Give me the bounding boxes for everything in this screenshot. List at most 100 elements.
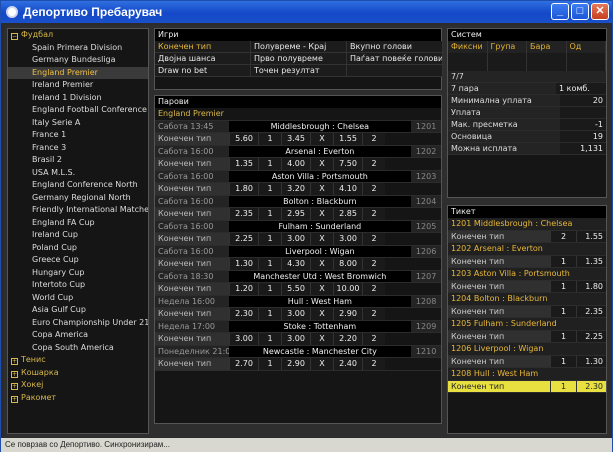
tree-league-item[interactable]: Brasil 2 bbox=[8, 154, 148, 167]
tree-category[interactable]: + Хокеј bbox=[8, 379, 148, 392]
odds-value[interactable]: 1.20 bbox=[229, 283, 258, 295]
game-type-cell[interactable]: Вкупно голови bbox=[347, 41, 443, 53]
system-tab[interactable]: Бара bbox=[527, 41, 567, 53]
match-row[interactable]: Недела 17:00 Stoke : Tottenham 1209 bbox=[155, 320, 441, 333]
ticket-odds-row[interactable]: Конечен тип 1 1.35 bbox=[448, 255, 606, 268]
odds-value[interactable]: 3.00 bbox=[333, 233, 362, 245]
odds-value[interactable]: 2.40 bbox=[333, 358, 362, 370]
ticket-match-row[interactable]: 1202 Arsenal : Everton bbox=[448, 243, 606, 256]
odds-value[interactable]: 2.25 bbox=[229, 233, 258, 245]
odds-value[interactable]: 2.90 bbox=[333, 308, 362, 320]
tree-league-item[interactable]: Copa South America bbox=[8, 342, 148, 355]
odds-value[interactable]: 1.35 bbox=[229, 158, 258, 170]
ticket-match-row[interactable]: 1204 Bolton : Blackburn bbox=[448, 293, 606, 306]
system-cell[interactable] bbox=[527, 53, 567, 71]
tree-league-item[interactable]: France 3 bbox=[8, 142, 148, 155]
ticket-odds-row[interactable]: Конечен тип 1 2.25 bbox=[448, 330, 606, 343]
odds-value[interactable]: 10.00 bbox=[333, 283, 362, 295]
odds-value[interactable]: 7.50 bbox=[333, 158, 362, 170]
odds-value[interactable]: 1.80 bbox=[229, 183, 258, 195]
tree-league-item[interactable]: England Conference North bbox=[8, 179, 148, 192]
close-button[interactable]: ✕ bbox=[591, 3, 609, 20]
tree-category[interactable]: − Фудбал bbox=[8, 29, 148, 42]
system-cell[interactable] bbox=[448, 53, 488, 71]
odds-value[interactable]: 4.30 bbox=[281, 258, 310, 270]
ticket-match-row[interactable]: 1205 Fulham : Sunderland bbox=[448, 318, 606, 331]
tree-league-item[interactable]: Italy Serie A bbox=[8, 117, 148, 130]
tree-category[interactable]: + Тенис bbox=[8, 354, 148, 367]
tree-league-item[interactable]: Germany Regional North bbox=[8, 192, 148, 205]
game-type-cell[interactable]: Конечен тип bbox=[155, 41, 251, 53]
ticket-odds-row[interactable]: Конечен тип 2 1.55 bbox=[448, 230, 606, 243]
ticket-odds-row[interactable]: Конечен тип 1 2.30 bbox=[448, 380, 606, 393]
system-cell[interactable] bbox=[566, 53, 606, 71]
odds-value[interactable]: 5.60 bbox=[229, 133, 258, 145]
match-row[interactable]: Сабота 16:00 Fulham : Sunderland 1205 bbox=[155, 220, 441, 233]
odds-value[interactable]: 3.45 bbox=[281, 133, 310, 145]
game-type-cell[interactable] bbox=[347, 65, 443, 77]
tree-league-item[interactable]: Copa America bbox=[8, 329, 148, 342]
tree-league-item[interactable]: England Football Conference bbox=[8, 104, 148, 117]
tree-category[interactable]: + Ракомет bbox=[8, 392, 148, 405]
match-row[interactable]: Сабота 13:45 Middlesbrough : Chelsea 1201 bbox=[155, 120, 441, 133]
odds-value[interactable]: 1.30 bbox=[229, 258, 258, 270]
ticket-match-row[interactable]: 1201 Middlesbrough : Chelsea bbox=[448, 218, 606, 231]
odds-value[interactable]: 5.50 bbox=[281, 283, 310, 295]
ticket-odds-row[interactable]: Конечен тип 1 1.80 bbox=[448, 280, 606, 293]
match-row[interactable]: Сабота 16:00 Bolton : Blackburn 1204 bbox=[155, 195, 441, 208]
expand-icon[interactable]: + bbox=[11, 383, 18, 390]
ticket-match-row[interactable]: 1203 Aston Villa : Portsmouth bbox=[448, 268, 606, 281]
match-row[interactable]: Понеделник 21:00 Newcastle : Manchester C… bbox=[155, 345, 441, 358]
odds-value[interactable]: 2.90 bbox=[281, 358, 310, 370]
odds-value[interactable]: 3.00 bbox=[229, 333, 258, 345]
minimize-button[interactable]: _ bbox=[551, 3, 569, 20]
match-row[interactable]: Недела 16:00 Hull : West Ham 1208 bbox=[155, 295, 441, 308]
tree-league-item[interactable]: Spain Primera Division bbox=[8, 42, 148, 55]
match-row[interactable]: Сабота 16:00 Arsenal : Everton 1202 bbox=[155, 145, 441, 158]
expand-icon[interactable]: + bbox=[11, 370, 18, 378]
odds-value[interactable]: 4.00 bbox=[281, 158, 310, 170]
odds-value[interactable]: 3.00 bbox=[281, 308, 310, 320]
tree-league-item[interactable]: World Cup bbox=[8, 292, 148, 305]
odds-value[interactable]: 3.00 bbox=[281, 233, 310, 245]
game-type-cell[interactable]: Полувреме - Крај bbox=[251, 41, 347, 53]
odds-value[interactable]: 8.00 bbox=[333, 258, 362, 270]
system-tab[interactable]: Фиксни bbox=[448, 41, 488, 53]
odds-value[interactable]: 4.10 bbox=[333, 183, 362, 195]
system-cell[interactable] bbox=[487, 53, 527, 71]
tree-league-item[interactable]: Ireland Premier bbox=[8, 79, 148, 92]
system-tab[interactable]: Од bbox=[566, 41, 606, 53]
odds-value[interactable]: 2.35 bbox=[229, 208, 258, 220]
tree-league-item[interactable]: England FA Cup bbox=[8, 217, 148, 230]
odds-value[interactable]: 2.95 bbox=[281, 208, 310, 220]
tree-league-item[interactable]: Greece Cup bbox=[8, 254, 148, 267]
sport-tree[interactable]: − Фудбал Spain Primera Division Germany Bun… bbox=[7, 28, 149, 434]
tree-league-item[interactable]: Euro Championship Under 21 bbox=[8, 317, 148, 330]
expand-icon[interactable]: + bbox=[11, 395, 18, 403]
game-type-cell[interactable]: Прво полувреме bbox=[251, 53, 347, 65]
tree-league-item[interactable]: France 1 bbox=[8, 129, 148, 142]
match-row[interactable]: Сабота 18:30 Manchester Utd : West Bromwi… bbox=[155, 270, 441, 283]
game-type-cell[interactable]: Draw no bet bbox=[155, 65, 251, 77]
tree-league-item[interactable]: USA M.L.S. bbox=[8, 167, 148, 180]
tree-league-item[interactable]: Poland Cup bbox=[8, 242, 148, 255]
tree-league-item[interactable]: Germany Bundesliga bbox=[8, 54, 148, 67]
ticket-match-row[interactable]: 1208 Hull : West Ham bbox=[448, 368, 606, 381]
odds-value[interactable]: 2.30 bbox=[229, 308, 258, 320]
odds-value[interactable]: 2.20 bbox=[333, 333, 362, 345]
odds-value[interactable]: 2.70 bbox=[229, 358, 258, 370]
match-row[interactable]: Сабота 16:00 Liverpool : Wigan 1206 bbox=[155, 245, 441, 258]
system-tab[interactable]: Група bbox=[487, 41, 527, 53]
tree-league-item[interactable]: Ireland 1 Division bbox=[8, 92, 148, 105]
tree-league-item[interactable]: England Premier bbox=[8, 66, 148, 79]
odds-value[interactable]: 3.20 bbox=[281, 183, 310, 195]
game-type-cell[interactable]: Точен резултат bbox=[251, 65, 347, 77]
ticket-odds-row[interactable]: Конечен тип 1 2.35 bbox=[448, 305, 606, 318]
tree-league-item[interactable]: Asia Gulf Cup bbox=[8, 304, 148, 317]
tree-league-item[interactable]: Friendly International Matches bbox=[8, 204, 148, 217]
odds-value[interactable]: 2.85 bbox=[333, 208, 362, 220]
odds-value[interactable]: 3.00 bbox=[281, 333, 310, 345]
tree-league-item[interactable]: Hungary Cup bbox=[8, 267, 148, 280]
tree-league-item[interactable]: Ireland Cup bbox=[8, 229, 148, 242]
expand-icon[interactable]: + bbox=[11, 358, 18, 365]
